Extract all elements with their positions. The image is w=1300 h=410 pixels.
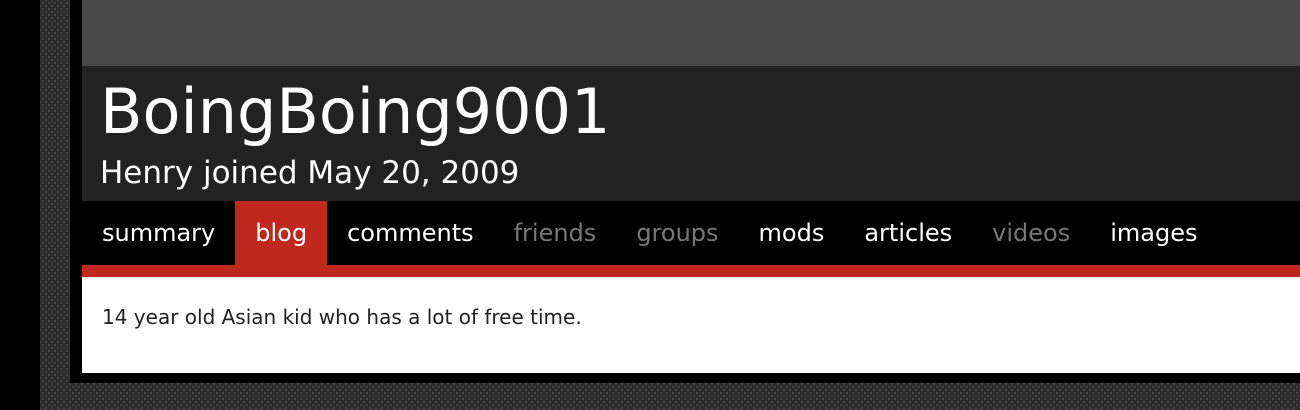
tab-summary[interactable]: summary: [82, 201, 235, 265]
tab-images[interactable]: images: [1090, 201, 1217, 265]
profile-bio: 14 year old Asian kid who has a lot of f…: [102, 305, 582, 329]
tab-articles[interactable]: articles: [844, 201, 972, 265]
profile-username: BoingBoing9001: [100, 75, 611, 148]
profile-joined-date: Henry joined May 20, 2009: [100, 155, 520, 191]
tab-friends: friends: [513, 219, 597, 247]
tab-groups: groups: [636, 219, 719, 247]
tab-mods[interactable]: mods: [739, 201, 845, 265]
profile-content: 14 year old Asian kid who has a lot of f…: [82, 277, 1300, 373]
tab-comments[interactable]: comments: [327, 201, 494, 265]
tab-videos: videos: [992, 219, 1071, 247]
profile-tabs: summary blog comments friends groups mod…: [82, 201, 1300, 265]
top-banner: [82, 0, 1300, 66]
tab-blog[interactable]: blog: [235, 201, 328, 265]
tabs-underline-bar: [82, 265, 1300, 277]
